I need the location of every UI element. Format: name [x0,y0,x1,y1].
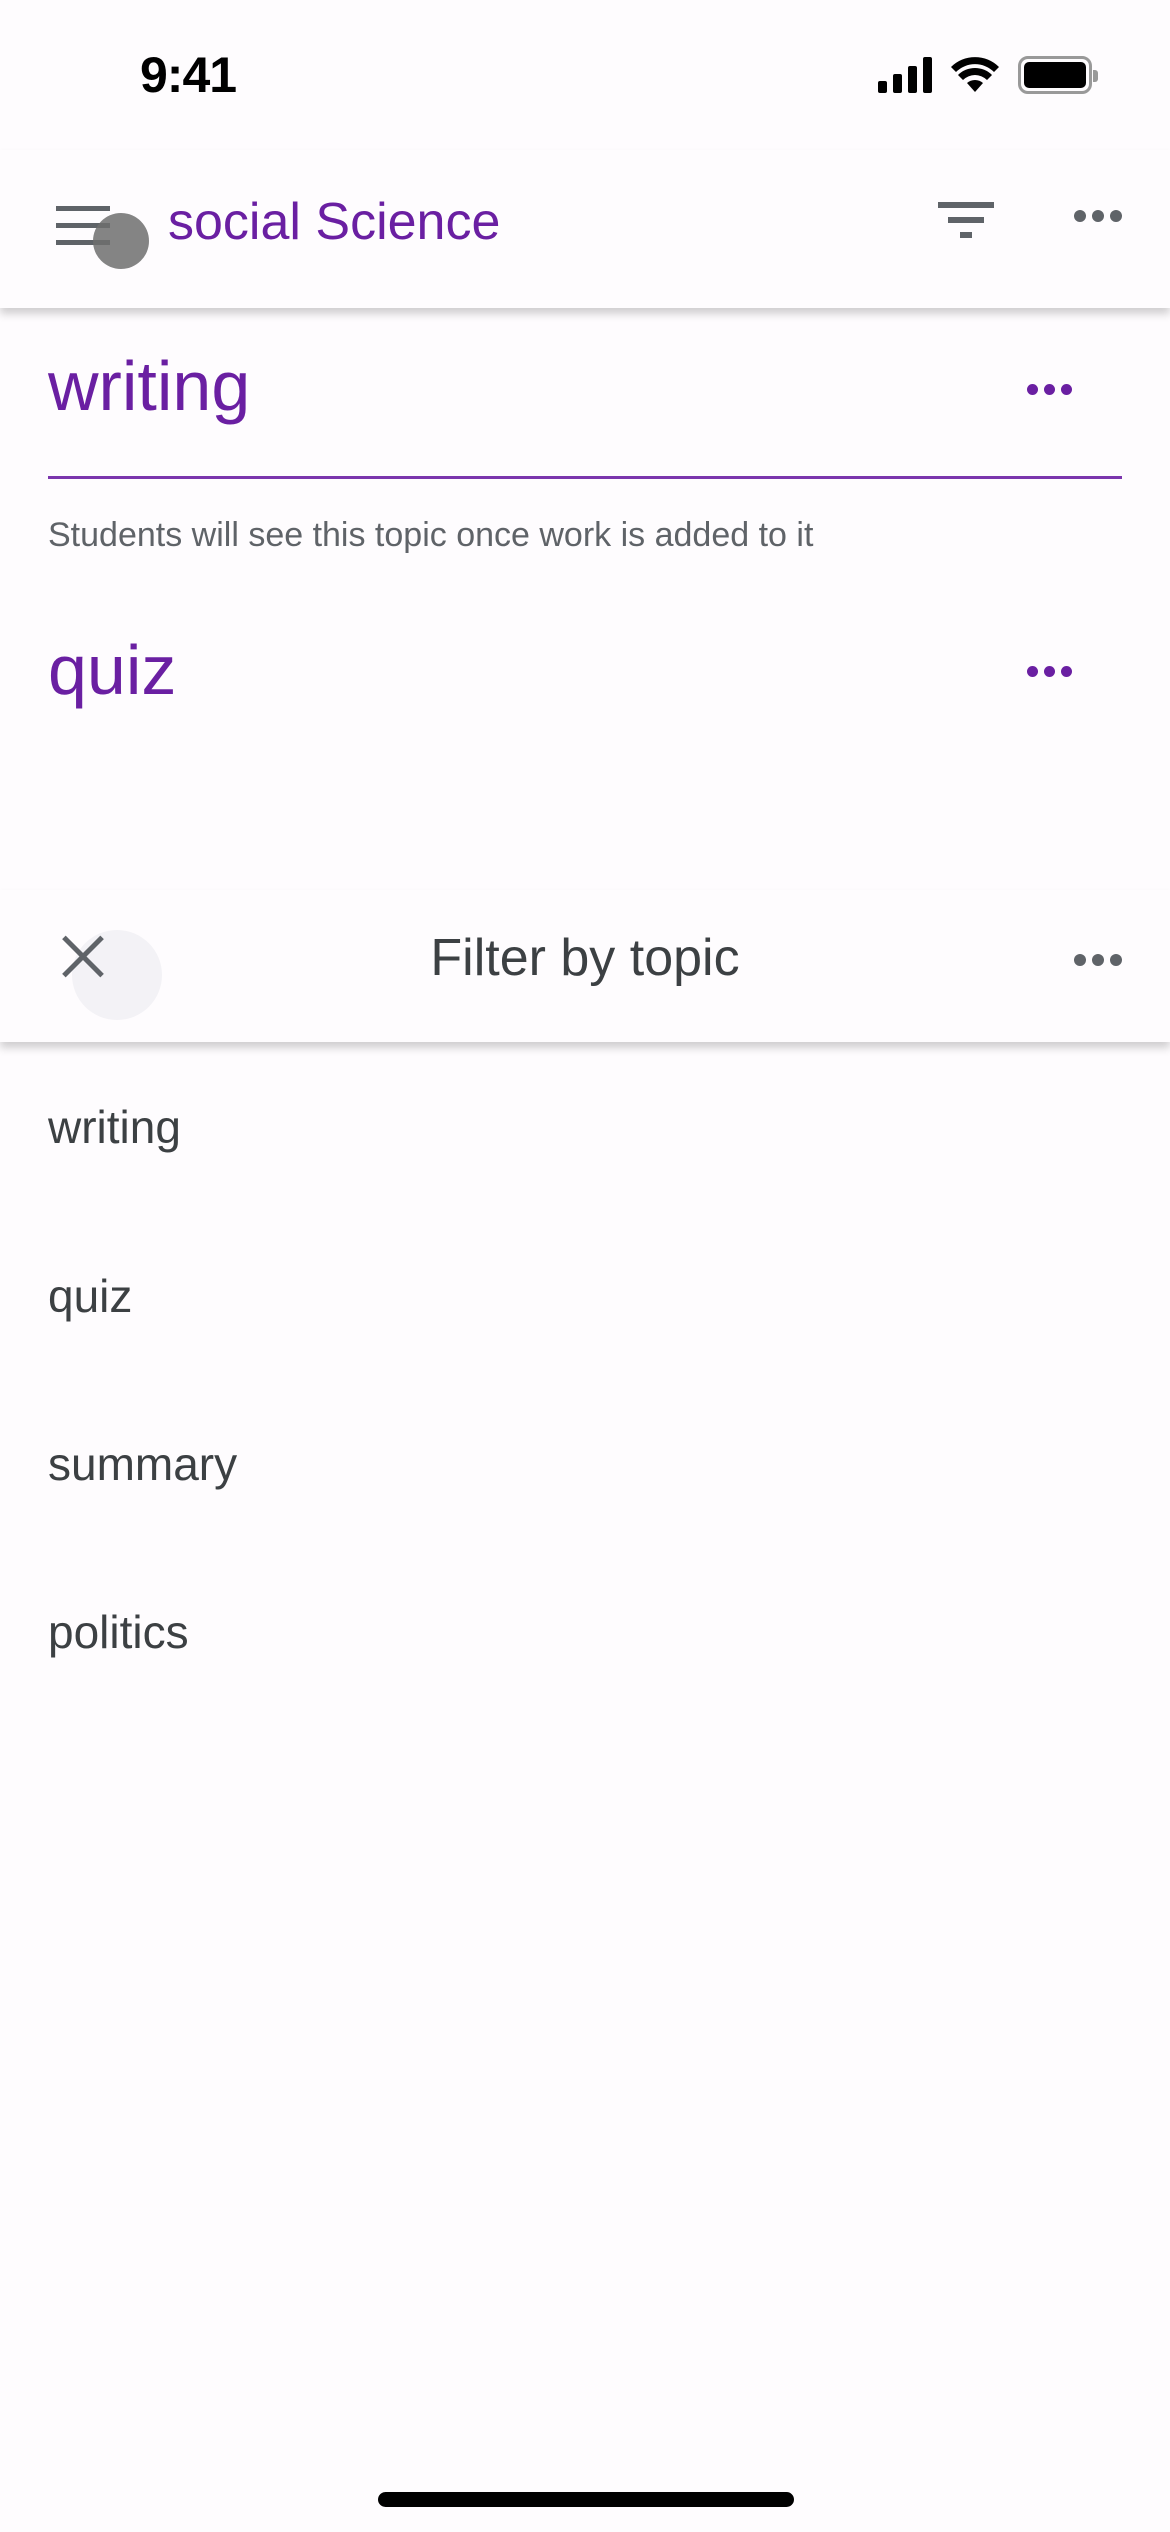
status-bar: 9:41 [0,0,1170,150]
topic-header-writing: writing [48,346,1122,426]
topic-filter-list: writing quiz summary politics [0,1042,1170,1716]
filter-sheet-header: Filter by topic [0,890,1170,1042]
topic-more-icon[interactable] [1027,666,1072,677]
topic-more-icon[interactable] [1027,384,1072,395]
topic-divider [48,476,1122,479]
app-bar: social Science [0,150,1170,308]
wifi-icon [951,57,999,92]
topic-title: writing [48,347,251,425]
topic-header-quiz: quiz [48,630,1122,710]
touch-indicator [93,213,149,269]
battery-icon [1018,56,1098,94]
cellular-signal-icon [878,57,932,93]
more-options-icon[interactable] [1074,954,1122,966]
filter-icon[interactable] [938,198,994,242]
more-options-icon[interactable] [1074,210,1122,222]
status-icons [878,56,1098,94]
topic-option[interactable]: writing [0,1042,1170,1212]
filter-sheet-title: Filter by topic [430,929,740,987]
topic-title: quiz [48,631,177,709]
home-indicator[interactable] [378,2492,794,2507]
topic-option[interactable]: summary [0,1380,1170,1548]
class-title: social Science [168,193,501,251]
empty-topic-hint: Students will see this topic once work i… [48,516,814,554]
topic-option[interactable]: politics [0,1548,1170,1716]
status-time: 9:41 [140,47,237,103]
screen: 9:41 social Science writing Students wil… [0,0,1170,2532]
topic-option[interactable]: quiz [0,1212,1170,1380]
